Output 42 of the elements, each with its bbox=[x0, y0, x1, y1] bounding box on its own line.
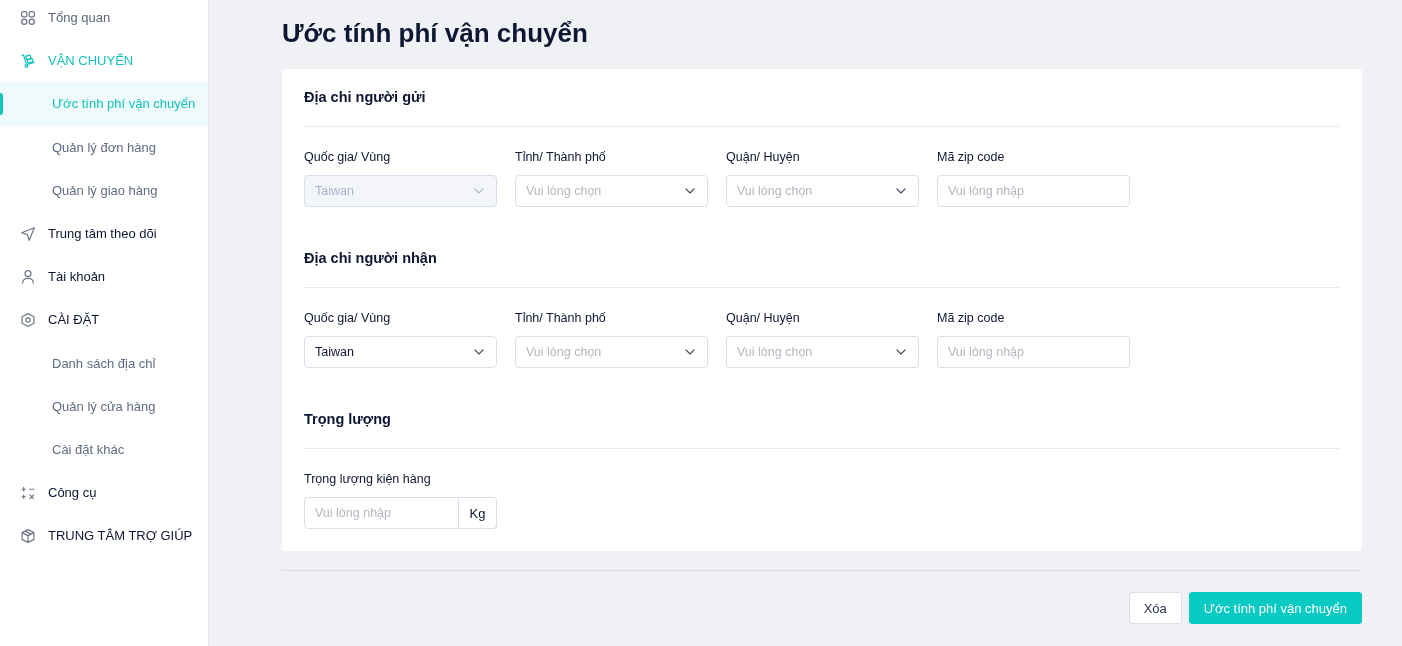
field-label: Tỉnh/ Thành phố bbox=[515, 310, 606, 327]
sidebar-item[interactable]: CÀI ĐẶT bbox=[0, 298, 208, 342]
field-label: Quốc gia/ Vùng bbox=[304, 149, 391, 166]
field-label: Quốc gia/ Vùng bbox=[304, 310, 391, 327]
field-label: Quận/ Huyện bbox=[726, 149, 800, 166]
sidebar-item[interactable]: Công cụ bbox=[0, 471, 208, 515]
field-label: Quận/ Huyện bbox=[726, 310, 800, 327]
cube-icon bbox=[21, 528, 35, 543]
chevron-down-icon bbox=[474, 188, 484, 194]
dropdown-field[interactable]: Taiwan bbox=[304, 336, 497, 368]
paper-plane-icon bbox=[21, 226, 35, 241]
sidebar-item[interactable]: TRUNG TÂM TRỢ GIÚP bbox=[0, 514, 208, 558]
chevron-down-icon bbox=[896, 188, 906, 194]
chevron-down-icon bbox=[896, 349, 906, 355]
sidebar-subitem[interactable]: Quản lý giao hàng bbox=[0, 168, 208, 212]
sidebar-subitem[interactable]: Danh sách địa chỉ bbox=[0, 341, 208, 385]
clear-button[interactable]: Xóa bbox=[1128, 592, 1182, 624]
weight-input-field[interactable]: Vui lòng nhập bbox=[304, 497, 459, 529]
person-icon bbox=[21, 269, 35, 284]
section-heading: Địa chi người nhận bbox=[304, 249, 437, 268]
field-label: Mã zip code bbox=[937, 149, 1005, 166]
hand-truck-icon bbox=[21, 53, 35, 68]
sidebar-item[interactable]: Trung tâm theo dõi bbox=[0, 211, 208, 256]
text-input-field[interactable]: Vui lòng nhập bbox=[937, 336, 1130, 368]
settings-icon bbox=[21, 312, 35, 327]
field-label: Trọng lượng kiện hàng bbox=[304, 471, 431, 488]
section-heading: Trọng lượng bbox=[304, 410, 391, 429]
sidebar-subitem[interactable]: Quản lý đơn hàng bbox=[0, 125, 208, 169]
text-input-field[interactable]: Vui lòng nhập bbox=[937, 175, 1130, 207]
math-symbols-icon bbox=[21, 485, 35, 500]
chevron-down-icon bbox=[685, 188, 695, 194]
sidebar-item[interactable]: Tài khoản bbox=[0, 255, 208, 299]
grid-icon bbox=[21, 10, 35, 25]
section-heading: Địa chi người gửi bbox=[304, 88, 426, 107]
chevron-down-icon bbox=[474, 349, 484, 355]
field-label: Mã zip code bbox=[937, 310, 1005, 327]
sidebar-subitem[interactable]: Cài đặt khác bbox=[0, 427, 208, 472]
unit-label: Kg bbox=[459, 497, 497, 529]
page-title: Ước tính phí vận chuyển bbox=[282, 18, 588, 48]
chevron-down-icon bbox=[685, 349, 695, 355]
field-label: Tỉnh/ Thành phố bbox=[515, 149, 606, 166]
sidebar-subitem[interactable]: Quản lý cửa hàng bbox=[0, 384, 208, 428]
